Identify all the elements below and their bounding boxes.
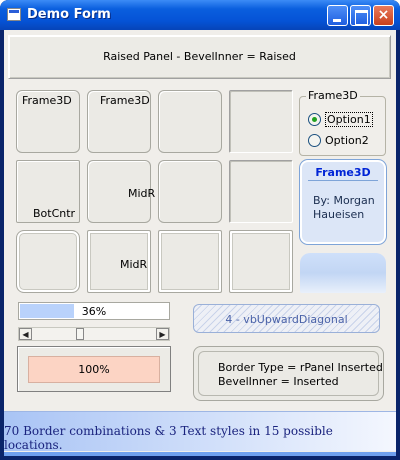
frame3d-r2c1: BotCntr bbox=[16, 160, 80, 223]
frame-label: MidR bbox=[120, 258, 148, 271]
window-title: Demo Form bbox=[27, 7, 111, 22]
inserted-border-panel: Border Type = rPanel Inserted BevelInner… bbox=[193, 346, 384, 401]
percent-text: 100% bbox=[78, 363, 110, 376]
radio-option1[interactable]: Option1 bbox=[308, 111, 373, 127]
app-icon[interactable] bbox=[7, 8, 21, 21]
raised-panel-label: Raised Panel - BevelInner = Raised bbox=[103, 50, 296, 63]
border-description: Border Type = rPanel Inserted BevelInner… bbox=[218, 361, 383, 389]
arrow-left-icon: ◀ bbox=[22, 330, 29, 339]
frame3d-r2c3 bbox=[158, 160, 222, 223]
radio-option2-label: Option2 bbox=[325, 133, 369, 147]
scroll-right-button[interactable]: ▶ bbox=[156, 328, 169, 340]
gradient-panel bbox=[300, 253, 386, 293]
frame3d-r3c4 bbox=[229, 230, 293, 293]
frame3d-r2c2: MidR bbox=[87, 160, 155, 223]
frame3d-r1c3 bbox=[158, 90, 222, 153]
form-client-area: Raised Panel - BevelInner = Raised Frame… bbox=[4, 30, 396, 456]
hatch-pattern-panel: 4 - vbUpwardDiagonal bbox=[193, 304, 380, 333]
progress-bar: 36% bbox=[18, 302, 170, 320]
horizontal-scrollbar[interactable]: ◀ ▶ bbox=[18, 327, 170, 341]
hatch-label: 4 - vbUpwardDiagonal bbox=[225, 313, 348, 326]
scroll-left-button[interactable]: ◀ bbox=[19, 328, 32, 340]
close-icon: × bbox=[377, 7, 390, 23]
title-bar[interactable]: Demo Form × bbox=[0, 0, 400, 30]
option-group-frame: Frame3D Option1 Option2 bbox=[299, 89, 386, 156]
scroll-thumb[interactable] bbox=[76, 328, 84, 340]
status-banner: 70 Border combinations & 3 Text styles i… bbox=[4, 411, 396, 452]
frame3d-r1c4 bbox=[229, 90, 293, 153]
frame3d-r1c2: Frame3D bbox=[87, 90, 151, 153]
demo-form-window: Demo Form × Raised Panel - BevelInner = … bbox=[0, 0, 400, 460]
card-body: By: Morgan Haueisen bbox=[313, 194, 375, 221]
frame3d-blue-card: Frame3D By: Morgan Haueisen bbox=[300, 160, 386, 244]
border-type-line: Border Type = rPanel Inserted bbox=[218, 361, 383, 374]
raised-panel: Raised Panel - BevelInner = Raised bbox=[8, 35, 391, 79]
bevel-inner-line: BevelInner = Inserted bbox=[218, 375, 339, 388]
frame3d-r2c4 bbox=[229, 160, 293, 223]
minimize-button[interactable] bbox=[327, 5, 348, 26]
frame3d-r1c1: Frame3D bbox=[16, 90, 80, 153]
frame3d-r3c1 bbox=[16, 230, 80, 293]
close-button[interactable]: × bbox=[373, 5, 394, 26]
percent-fill: 100% bbox=[28, 356, 160, 383]
frame-label: Frame3D bbox=[22, 94, 72, 107]
frame-label: MidR bbox=[128, 187, 156, 200]
radio-option1-label: Option1 bbox=[325, 111, 373, 127]
card-divider bbox=[308, 180, 378, 181]
frame3d-r3c2: MidR bbox=[87, 230, 151, 293]
status-text: 70 Border combinations & 3 Text styles i… bbox=[4, 424, 333, 452]
progress-text: 36% bbox=[81, 305, 107, 318]
radio-selected-icon[interactable] bbox=[308, 112, 321, 126]
frame-label: Frame3D bbox=[100, 94, 150, 107]
radio-unselected-icon[interactable] bbox=[308, 133, 321, 147]
frame3d-r3c3 bbox=[158, 230, 222, 293]
option-group-legend: Frame3D bbox=[306, 89, 360, 102]
percent-panel: 100% bbox=[17, 346, 171, 392]
card-title: Frame3D bbox=[315, 166, 371, 179]
bottom-border bbox=[4, 452, 396, 456]
arrow-right-icon: ▶ bbox=[159, 330, 166, 339]
maximize-button[interactable] bbox=[350, 5, 371, 26]
radio-option2[interactable]: Option2 bbox=[308, 133, 369, 147]
frame-label: BotCntr bbox=[33, 207, 76, 220]
